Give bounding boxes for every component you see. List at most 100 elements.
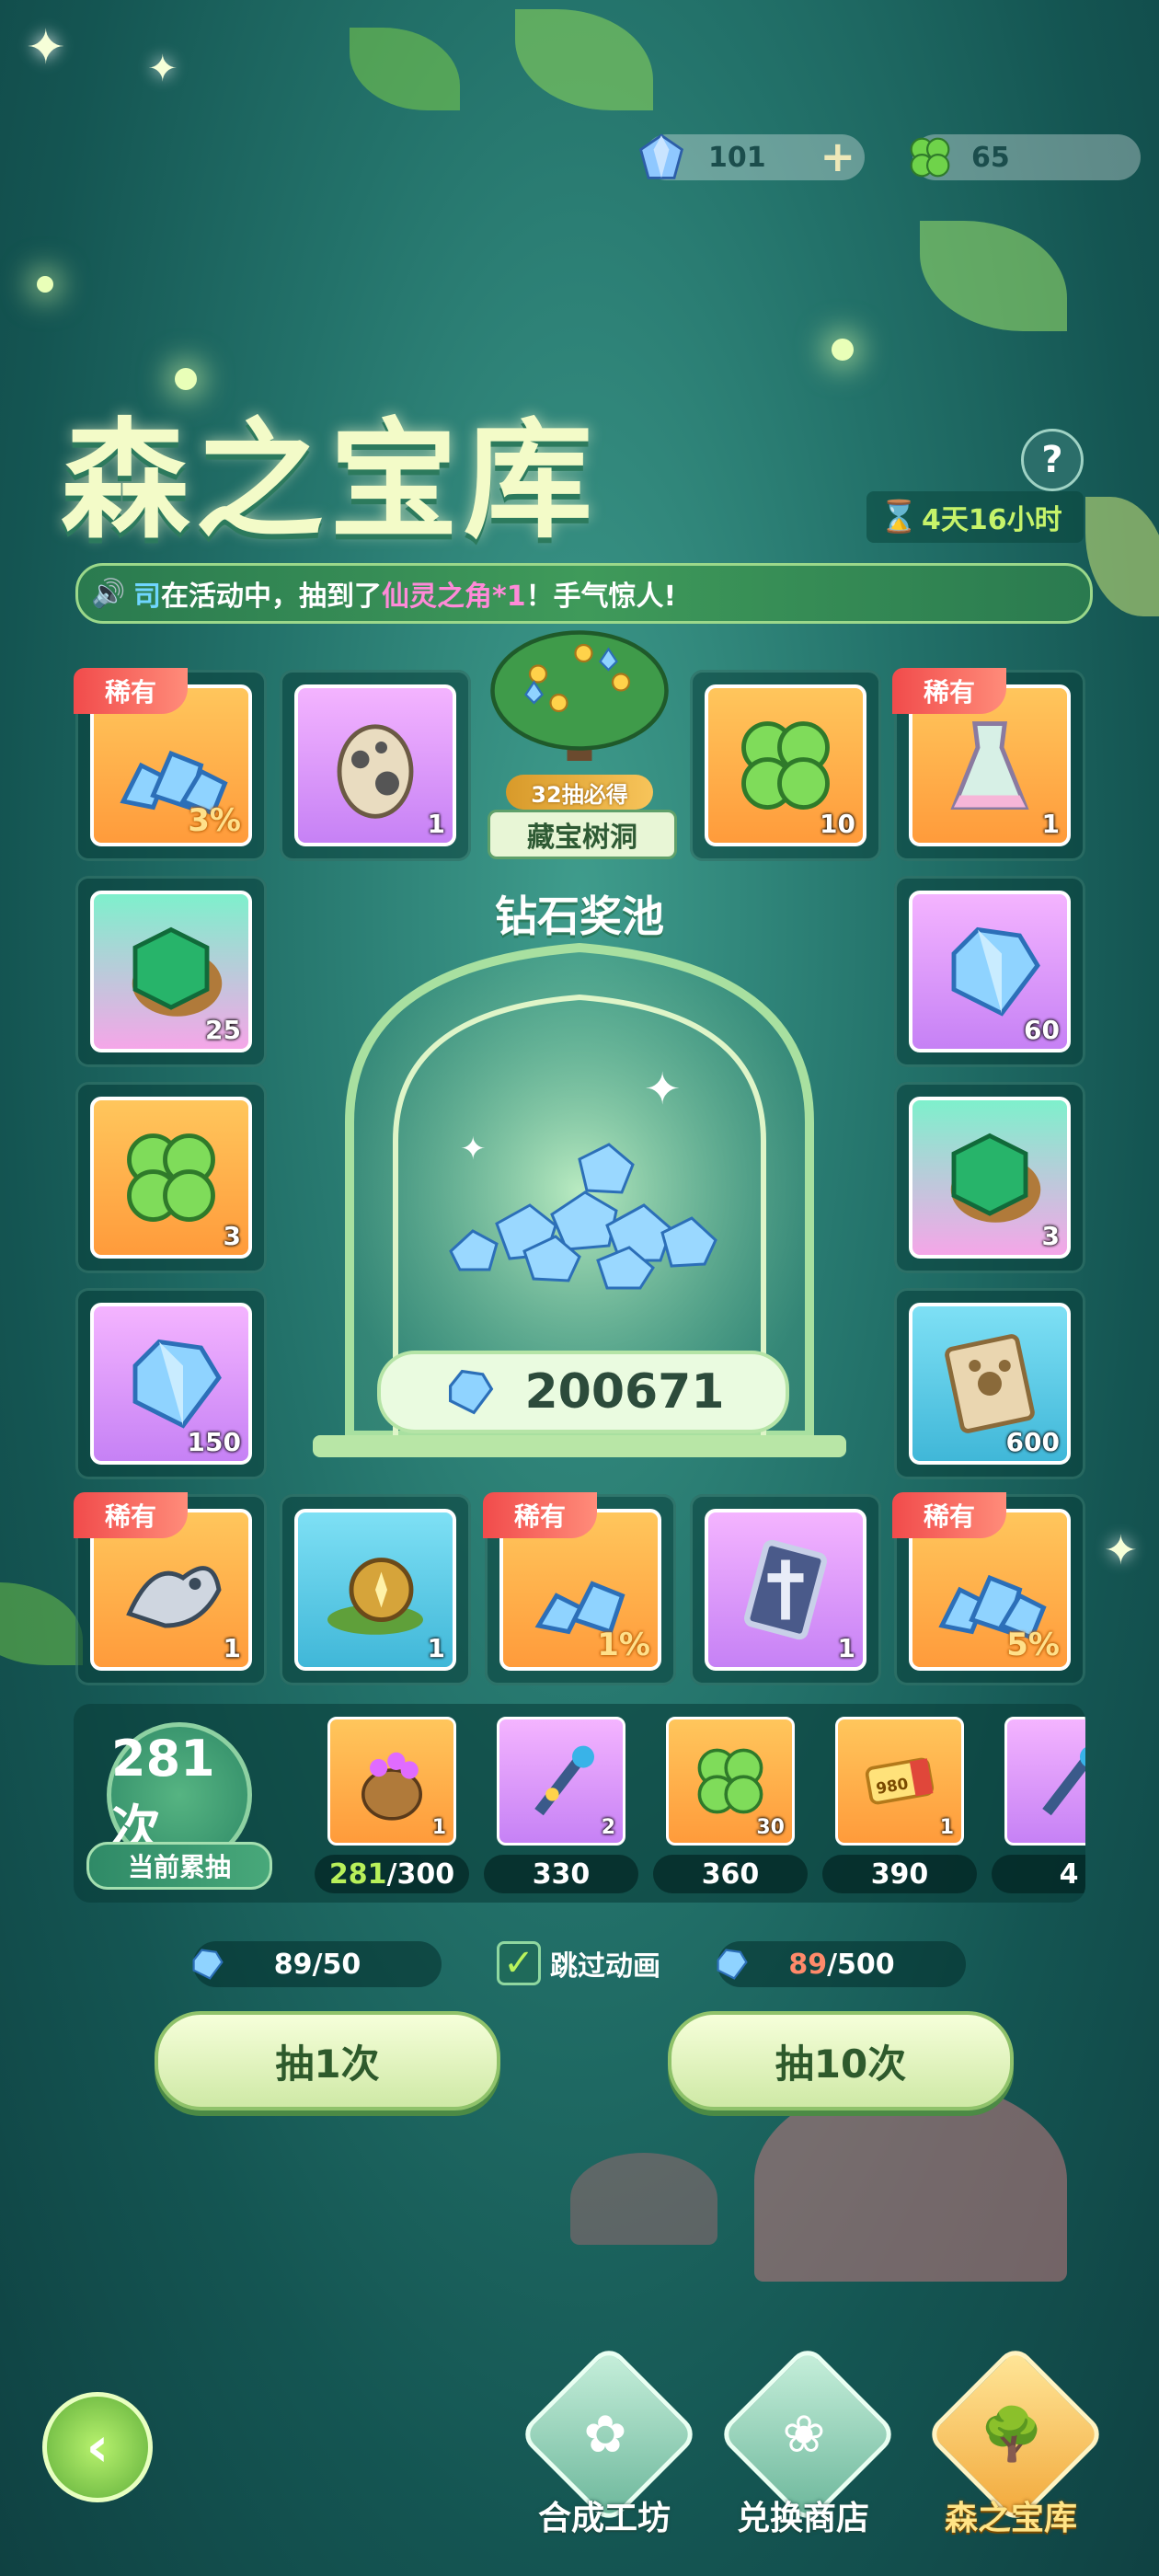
reward-slot-scroll[interactable]: 600 <box>894 1288 1085 1479</box>
reward-slot-snail[interactable]: 1 <box>280 1494 471 1685</box>
reward-card: 1 <box>327 1717 456 1846</box>
checkbox-checked-icon: ✓ <box>497 1941 541 1985</box>
guarantee-badge: 32抽必得 <box>506 775 653 810</box>
reward-slot-diamond-pile[interactable]: 稀有 1% <box>483 1492 676 1685</box>
gem-count: 101 <box>708 141 766 174</box>
reward-slot-emerald[interactable]: 25 <box>75 876 267 1067</box>
skip-animation-toggle[interactable]: ✓ 跳过动画 <box>497 1941 660 1985</box>
tab-crafting-workshop[interactable]: ✿ 合成工坊 <box>517 2343 700 2554</box>
milestone-threshold: 330 <box>484 1855 638 1893</box>
reward-slot-clover[interactable]: 3 <box>75 1082 267 1273</box>
milestone-reward[interactable]: 980 1 390 <box>811 1713 984 1897</box>
add-gems-button[interactable]: + <box>820 135 855 178</box>
milestone-threshold: 281/300 <box>315 1855 469 1893</box>
tab-exchange-shop[interactable]: ❀ 兑换商店 <box>716 2343 899 2554</box>
help-button[interactable]: ? <box>1021 429 1084 491</box>
speaker-icon: 🔊 <box>91 577 126 610</box>
drop-rate: 3% <box>188 802 241 839</box>
reward-slot-clover[interactable]: 10 <box>690 670 881 861</box>
reward-slot-diamond-pile[interactable]: 稀有 3% <box>74 668 267 861</box>
draw-once-button[interactable]: 抽1次 <box>155 2011 500 2110</box>
reward-slot-dress[interactable]: 稀有 1 <box>892 668 1085 861</box>
draw-count-label: 当前累抽 <box>86 1842 272 1890</box>
hourglass-icon: ⌛ <box>879 499 919 535</box>
rare-tag: 稀有 <box>74 1492 188 1538</box>
gem-icon <box>192 1949 224 1980</box>
reward-card: 1 <box>705 1509 866 1671</box>
back-arrow-icon[interactable]: ‹ <box>42 2392 153 2502</box>
timer-text: 4天16小时 <box>922 504 1062 536</box>
reward-slot-diamond[interactable]: 150 <box>75 1288 267 1479</box>
shop-icon: ❀ <box>782 2404 826 2465</box>
clover-currency[interactable]: 65 <box>910 134 1141 180</box>
item-quantity: 1 <box>939 1816 954 1839</box>
staff-icon <box>1007 1719 1085 1843</box>
ticker-text-end: ！手气惊人! <box>525 581 677 613</box>
diamond-pool: ✦ ✦ 钻石奖池 200671 <box>276 883 883 1472</box>
reward-slot-diamond-pile[interactable]: 稀有 5% <box>892 1492 1085 1685</box>
ticker-item: 仙灵之角*1 <box>382 581 526 613</box>
drop-rate: 5% <box>1006 1627 1060 1663</box>
reward-card: 60 <box>909 891 1071 1052</box>
milestone-reward[interactable]: 4 <box>981 1713 1085 1897</box>
reward-slot-creature[interactable]: 稀有 1 <box>74 1492 267 1685</box>
reward-card: 1 <box>294 1509 456 1671</box>
reward-slot-emerald[interactable]: 3 <box>894 1082 1085 1273</box>
clover-count: 65 <box>971 141 1010 174</box>
cumulative-rewards-bar: 281次 当前累抽 1 281/300 2 330 30 360 980 1 3… <box>74 1704 1085 1903</box>
gem-icon <box>717 1949 748 1980</box>
tab-forest-vault[interactable]: 🌳 森之宝库 <box>924 2343 1107 2554</box>
tree-icon: 🌳 <box>980 2405 1044 2465</box>
ten-draw-cost: 89/500 <box>717 1941 966 1987</box>
item-quantity: 30 <box>756 1816 785 1839</box>
item-quantity: 2 <box>601 1816 615 1839</box>
item-quantity: 60 <box>1024 1015 1060 1045</box>
pool-title: 钻石奖池 <box>495 891 664 941</box>
svg-text:✦: ✦ <box>460 1131 487 1167</box>
leaf-decoration <box>515 9 653 110</box>
skip-animation-label: 跳过动画 <box>550 1950 660 1983</box>
pool-count-value: 200671 <box>524 1364 725 1420</box>
drop-rate: 1% <box>597 1627 650 1663</box>
reward-card: 980 1 <box>835 1717 964 1846</box>
tab-label: 合成工坊 <box>537 2500 671 2537</box>
tab-label: 兑换商店 <box>736 2500 869 2537</box>
milestone-current: 281 <box>328 1857 387 1891</box>
leaf-decoration <box>1085 497 1159 616</box>
tab-label: 森之宝库 <box>944 2500 1077 2537</box>
reward-card: 25 <box>90 891 252 1052</box>
milestone-reward[interactable]: 1 281/300 <box>304 1713 476 1897</box>
milestone-reward[interactable]: 2 330 <box>473 1713 646 1897</box>
reward-slot-diamond[interactable]: 60 <box>894 876 1085 1067</box>
draw-ten-button[interactable]: 抽10次 <box>668 2011 1014 2110</box>
gem-icon <box>631 127 692 188</box>
reward-card: 150 <box>90 1303 252 1465</box>
leaf-decoration <box>0 1582 83 1665</box>
game-screen: ✦ ✦ ✦ 101 + 65 森之宝库 ? ⌛ 4天16小时 🔊 司 在活动中，… <box>0 0 1159 2576</box>
treasure-tree-reward[interactable]: 32抽必得 藏宝树洞 <box>471 620 688 859</box>
ten-draw-owned: 89 <box>788 1948 828 1981</box>
reward-slot-egg[interactable]: 1 <box>280 670 471 861</box>
reward-card: 2 <box>497 1717 625 1846</box>
svg-text:✦: ✦ <box>644 1064 681 1115</box>
flower-icon: ✿ <box>583 2404 627 2465</box>
gem-currency[interactable]: 101 + <box>638 133 865 180</box>
announcement-ticker: 🔊 司 在活动中，抽到了 仙灵之角*1 ！手气惊人! <box>75 563 1093 624</box>
ticker-player-name: 司 <box>133 581 161 613</box>
page-title: 森之宝库 <box>61 406 599 557</box>
item-quantity: 1 <box>223 1633 241 1663</box>
reward-slot-card[interactable]: 1 <box>690 1494 881 1685</box>
milestone-target: /300 <box>386 1857 455 1891</box>
milestone-reward[interactable]: 30 360 <box>642 1713 815 1897</box>
item-quantity: 1 <box>1041 809 1060 839</box>
item-quantity: 1 <box>427 809 445 839</box>
sparkle-icon: ✦ <box>1104 1527 1138 1574</box>
milestone-threshold: 360 <box>653 1855 808 1893</box>
reward-card <box>1004 1717 1085 1846</box>
clover-icon <box>900 127 960 188</box>
reward-card: 10 <box>705 684 866 846</box>
item-quantity: 1 <box>427 1633 445 1663</box>
item-quantity: 1 <box>837 1633 855 1663</box>
reward-card: 30 <box>666 1717 795 1846</box>
rare-tag: 稀有 <box>892 1492 1006 1538</box>
